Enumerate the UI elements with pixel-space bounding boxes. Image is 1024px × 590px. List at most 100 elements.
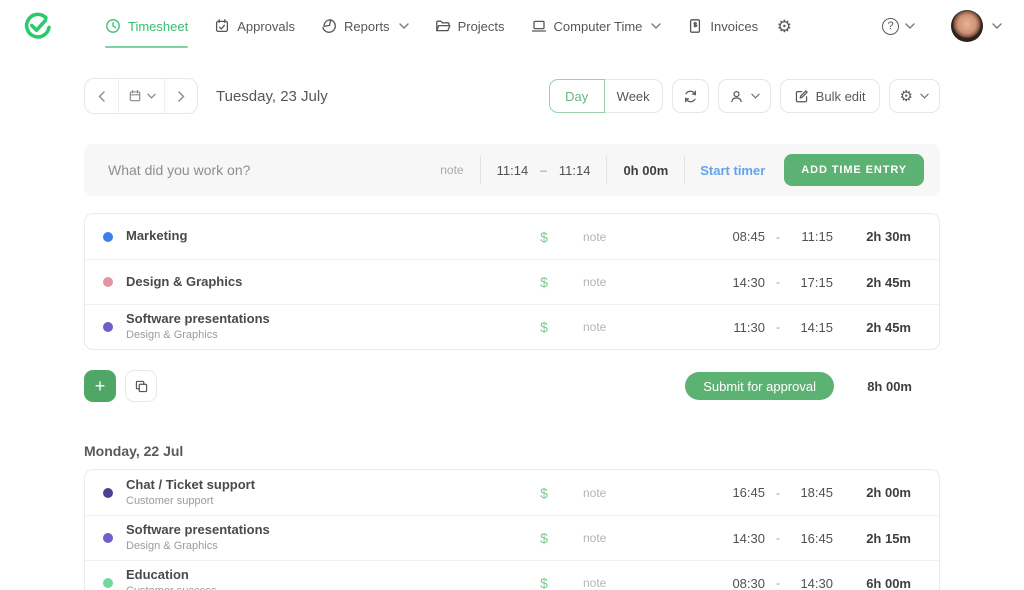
entry-note-field[interactable]: note [583, 275, 723, 289]
refresh-button[interactable] [671, 79, 709, 113]
user-menu[interactable] [951, 10, 1002, 42]
nav-timesheet[interactable]: Timesheet [92, 0, 201, 52]
user-filter-button[interactable] [717, 79, 771, 113]
entry-start-time[interactable]: 08:45 [723, 229, 765, 244]
folder-icon [435, 18, 451, 34]
nav-label: Approvals [237, 18, 296, 34]
laptop-icon [531, 18, 547, 34]
entry-end-time[interactable]: 14:30 [791, 576, 833, 590]
settings-gear-icon[interactable]: ⚙ [777, 18, 792, 35]
timecamp-logo-icon[interactable] [22, 11, 52, 41]
nav-invoices[interactable]: Invoices [674, 0, 771, 52]
entry-duration[interactable]: 2h 30m [847, 229, 911, 244]
time-entry-row[interactable]: Education Customer success $ note 08:30 … [85, 560, 939, 590]
entry-note-field[interactable]: note [440, 163, 463, 177]
avatar [951, 10, 983, 42]
entry-title[interactable]: Design & Graphics [126, 274, 529, 290]
copy-icon [134, 379, 149, 394]
nav-projects[interactable]: Projects [422, 0, 518, 52]
entry-duration[interactable]: 2h 00m [847, 485, 911, 500]
entry-note-field[interactable]: note [583, 230, 723, 244]
start-timer-link[interactable]: Start timer [685, 163, 780, 178]
duplicate-day-button[interactable] [125, 370, 157, 402]
time-entry-row[interactable]: Design & Graphics $ note 14:30 - 17:15 2… [85, 259, 939, 304]
day-summary: Submit for approval 8h 00m [685, 372, 940, 400]
entry-start-time[interactable]: 14:30 [723, 275, 765, 290]
entry-note-field[interactable]: note [583, 531, 723, 545]
billable-icon[interactable]: $ [529, 485, 559, 501]
view-day-button[interactable]: Day [548, 79, 605, 113]
help-menu[interactable]: ? [882, 17, 915, 35]
entry-task[interactable]: Software presentations Design & Graphics [126, 311, 529, 342]
time-entry-row[interactable]: Software presentations Design & Graphics… [85, 304, 939, 349]
entry-note-field[interactable]: note [583, 486, 723, 500]
entry-note-field[interactable]: note [583, 576, 723, 590]
entry-duration[interactable]: 6h 00m [847, 576, 911, 590]
entry-start-time[interactable]: 14:30 [723, 531, 765, 546]
entry-end-time[interactable]: 14:15 [791, 320, 833, 335]
entry-duration[interactable]: 2h 45m [847, 320, 911, 335]
add-time-entry-button[interactable]: ADD TIME ENTRY [784, 154, 924, 186]
nav-approvals[interactable]: Approvals [201, 0, 308, 52]
entry-end-time[interactable]: 18:45 [791, 485, 833, 500]
next-day-button[interactable] [164, 79, 197, 113]
billable-icon[interactable]: $ [529, 575, 559, 590]
entry-task[interactable]: Design & Graphics [126, 274, 529, 290]
entry-title[interactable]: Chat / Ticket support [126, 477, 529, 493]
nav-right: ⚙ ? [777, 10, 1002, 42]
entry-task[interactable]: Chat / Ticket support Customer support [126, 477, 529, 508]
entry-task[interactable]: Marketing [126, 228, 529, 244]
entry-title[interactable]: Education [126, 567, 529, 583]
bulk-edit-button[interactable]: Bulk edit [779, 79, 880, 113]
nav-reports[interactable]: Reports [308, 0, 422, 52]
submit-for-approval-button[interactable]: Submit for approval [685, 372, 834, 400]
time-entry-row[interactable]: Marketing $ note 08:45 - 11:15 2h 30m [85, 214, 939, 259]
time-entry-row[interactable]: Chat / Ticket support Customer support $… [85, 470, 939, 515]
add-entry-button[interactable]: + [84, 370, 116, 402]
edit-icon [794, 89, 809, 104]
entry-title[interactable]: Software presentations [126, 522, 529, 538]
entries-card-tuesday: Marketing $ note 08:45 - 11:15 2h 30m De… [84, 213, 940, 350]
calendar-picker-button[interactable] [118, 79, 164, 113]
entry-end-time[interactable]: 17:15 [791, 275, 833, 290]
billable-icon[interactable]: $ [529, 530, 559, 546]
entry-start-time[interactable]: 11:30 [723, 320, 765, 335]
clock-icon [105, 18, 121, 34]
entry-start-time[interactable]: 08:30 [723, 576, 765, 590]
entry-duration[interactable]: 2h 15m [847, 531, 911, 546]
time-entry-row[interactable]: Software presentations Design & Graphics… [85, 515, 939, 560]
chevron-down-icon [750, 93, 760, 99]
chevron-down-icon [398, 23, 409, 29]
entry-title[interactable]: Software presentations [126, 311, 529, 327]
nav-computer-time[interactable]: Computer Time [518, 0, 675, 52]
entry-end-time[interactable]: 11:15 [791, 229, 833, 244]
entry-note-field[interactable]: note [583, 320, 723, 334]
billable-icon[interactable]: $ [529, 229, 559, 245]
entry-title[interactable]: Marketing [126, 228, 529, 244]
entry-duration-field[interactable]: 0h 00m [607, 163, 684, 178]
prev-day-button[interactable] [85, 79, 118, 113]
billable-icon[interactable]: $ [529, 274, 559, 290]
nav-label: Computer Time [553, 18, 643, 34]
start-time-field[interactable]: 11:14 [497, 163, 529, 178]
project-color-dot [103, 322, 113, 332]
person-icon [729, 89, 744, 104]
main-nav: Timesheet Approvals Reports Projects Com… [92, 0, 771, 52]
invoice-icon [687, 18, 703, 34]
timesheet-settings-button[interactable]: ⚙ [888, 79, 940, 113]
end-time-field[interactable]: 11:14 [559, 163, 591, 178]
task-name-input[interactable] [108, 162, 441, 178]
view-week-button[interactable]: Week [604, 79, 663, 113]
timesheet-page: Tuesday, 23 July Day Week Bulk edit ⚙ Wh… [0, 78, 1024, 590]
range-separator: - [776, 531, 780, 545]
project-color-dot [103, 231, 113, 242]
entry-duration[interactable]: 2h 45m [847, 275, 911, 290]
entry-start-time[interactable]: 16:45 [723, 485, 765, 500]
entry-task[interactable]: Software presentations Design & Graphics [126, 522, 529, 553]
chevron-down-icon [905, 23, 915, 29]
billable-icon[interactable]: $ [529, 319, 559, 335]
entry-end-time[interactable]: 16:45 [791, 531, 833, 546]
entry-subtitle: Customer support [126, 494, 214, 507]
date-bar: Tuesday, 23 July Day Week Bulk edit ⚙ [84, 78, 940, 114]
entry-task[interactable]: Education Customer success [126, 567, 529, 590]
